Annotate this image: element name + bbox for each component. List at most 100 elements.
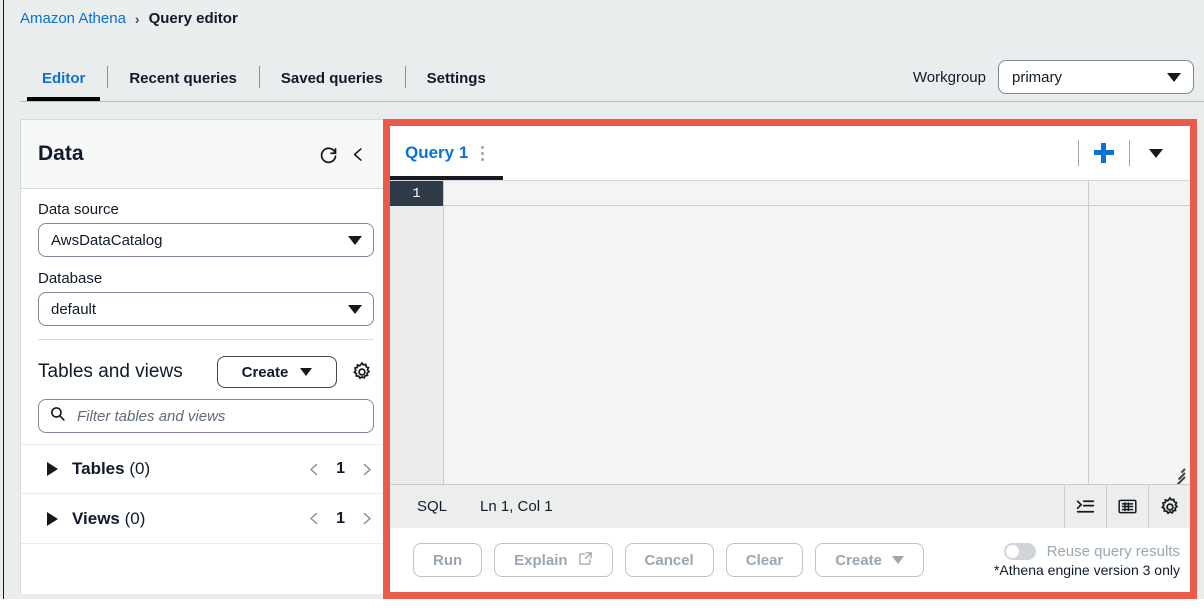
editor-settings-gear-icon[interactable] xyxy=(1148,484,1190,529)
query-tab-list-button[interactable] xyxy=(1130,126,1182,180)
refresh-icon[interactable] xyxy=(313,139,343,169)
breadcrumb-link-amazon-athena[interactable]: Amazon Athena xyxy=(20,10,126,27)
sql-code-input[interactable] xyxy=(444,181,1190,484)
workgroup-label: Workgroup xyxy=(912,68,986,86)
editor-status-bar: SQL Ln 1, Col 1 xyxy=(390,484,1190,529)
keyboard-shortcuts-icon[interactable] xyxy=(1106,484,1148,529)
chevron-down-icon xyxy=(891,556,904,564)
athena-query-editor-page: Amazon Athena › Query editor Editor Rece… xyxy=(0,0,1204,613)
workgroup-select[interactable]: primary xyxy=(998,60,1194,94)
tab-settings[interactable]: Settings xyxy=(404,58,508,98)
reuse-query-results-block: Reuse query results *Athena engine versi… xyxy=(993,542,1184,578)
pager-next-icon[interactable] xyxy=(358,461,375,478)
sidebar-title: Data xyxy=(38,142,84,165)
athena-engine-note: *Athena engine version 3 only xyxy=(993,561,1180,578)
query-tab-actions xyxy=(1078,126,1190,180)
page-header: Amazon Athena › Query editor Editor Rece… xyxy=(5,0,1204,104)
tables-and-views-title: Tables and views xyxy=(38,361,183,382)
reuse-query-results-row: Reuse query results xyxy=(1003,542,1180,560)
tables-pager: 1 xyxy=(306,460,375,478)
cancel-button-label: Cancel xyxy=(644,551,694,569)
pager-next-icon[interactable] xyxy=(358,510,375,527)
tab-saved-queries-label: Saved queries xyxy=(280,69,383,87)
tree-group-views-label: Views xyxy=(72,508,120,528)
editor-status-icons xyxy=(1064,484,1190,529)
chevron-down-icon xyxy=(1167,72,1181,82)
data-source-select[interactable]: AwsDataCatalog xyxy=(38,223,374,257)
gear-icon[interactable] xyxy=(349,359,375,385)
database-label: Database xyxy=(38,270,103,287)
tab-editor-label: Editor xyxy=(42,69,86,87)
active-line-highlight xyxy=(444,181,1190,206)
plus-icon xyxy=(1094,143,1114,163)
create-table-button[interactable]: Create xyxy=(217,356,337,388)
workgroup-value: primary xyxy=(1012,68,1063,86)
views-pager: 1 xyxy=(306,510,375,528)
window-left-edge xyxy=(0,0,4,613)
tree-group-views-count: (0) xyxy=(124,508,146,528)
pager-prev-icon[interactable] xyxy=(306,510,323,527)
tree-group-tables-count: (0) xyxy=(129,459,151,478)
status-language: SQL xyxy=(417,498,448,515)
explain-button[interactable]: Explain xyxy=(494,543,613,577)
search-icon xyxy=(49,405,66,427)
line-number-gutter: 1 xyxy=(390,181,444,484)
database-value: default xyxy=(51,300,97,318)
triangle-right-icon xyxy=(47,511,58,526)
tab-recent-queries[interactable]: Recent queries xyxy=(107,58,259,98)
sql-code-area[interactable]: 1 xyxy=(390,180,1190,484)
external-link-icon xyxy=(578,551,593,570)
query-tab-bar: Query 1 xyxy=(390,126,1190,180)
print-margin-line xyxy=(1088,181,1089,484)
tree-group-tables[interactable]: Tables (0) 1 xyxy=(21,444,391,494)
query-tab-query-1[interactable]: Query 1 xyxy=(390,126,504,180)
format-indent-icon[interactable] xyxy=(1064,484,1106,529)
run-button-label: Run xyxy=(433,551,463,569)
tables-and-views-header: Tables and views Create xyxy=(21,340,391,388)
sidebar-body: Data source AwsDataCatalog Database defa… xyxy=(21,189,391,340)
create-table-button-label: Create xyxy=(241,363,289,381)
tree-group-tables-label: Tables xyxy=(72,459,125,478)
query-tab-bar-spacer xyxy=(503,126,1078,180)
query-tab-query-1-label: Query 1 xyxy=(405,143,469,162)
cancel-button[interactable]: Cancel xyxy=(624,543,714,577)
chevron-down-icon xyxy=(1149,148,1163,158)
breadcrumb-separator-icon: › xyxy=(134,10,140,27)
tree-group-views[interactable]: Views (0) 1 xyxy=(21,494,391,544)
breadcrumb: Amazon Athena › Query editor xyxy=(20,10,238,27)
database-select[interactable]: default xyxy=(38,292,374,326)
tab-settings-label: Settings xyxy=(426,69,486,87)
pager-prev-icon[interactable] xyxy=(306,461,323,478)
tab-saved-queries[interactable]: Saved queries xyxy=(258,58,405,98)
explain-button-label: Explain xyxy=(514,551,568,569)
tab-editor[interactable]: Editor xyxy=(20,58,107,101)
filter-tables-and-views-input[interactable] xyxy=(75,406,363,426)
clear-button-label: Clear xyxy=(745,551,784,569)
chevron-down-icon xyxy=(348,235,362,245)
create-button[interactable]: Create xyxy=(815,543,924,577)
workgroup-selector: Workgroup primary xyxy=(913,60,1194,94)
data-sidebar: Data Data source AwsDataCatalog Database xyxy=(20,119,392,594)
add-query-tab-button[interactable] xyxy=(1079,126,1129,180)
query-editor-panel: Query 1 1 SQL Ln 1, Col 1 Run Explain Ca… xyxy=(390,126,1190,592)
editor-action-bar: Run Explain Cancel Clear Create Reuse qu… xyxy=(390,528,1190,592)
triangle-right-icon xyxy=(47,462,58,476)
tables-page-number[interactable]: 1 xyxy=(336,460,345,478)
kebab-menu-icon[interactable] xyxy=(479,144,486,163)
views-page-number[interactable]: 1 xyxy=(336,510,345,528)
chevron-down-icon xyxy=(300,368,313,376)
breadcrumb-current-query-editor: Query editor xyxy=(148,10,238,27)
data-source-value: AwsDataCatalog xyxy=(51,231,163,249)
tab-bar-divider xyxy=(20,101,1204,102)
tab-recent-queries-label: Recent queries xyxy=(129,69,237,87)
clear-button[interactable]: Clear xyxy=(725,543,804,577)
status-cursor-position: Ln 1, Col 1 xyxy=(480,498,553,515)
sidebar-header: Data xyxy=(21,120,391,189)
run-button[interactable]: Run xyxy=(413,543,483,577)
chevron-left-icon[interactable] xyxy=(343,139,373,169)
data-source-label: Data source xyxy=(38,201,119,218)
chevron-down-icon xyxy=(348,304,362,314)
reuse-query-results-toggle[interactable] xyxy=(1003,542,1036,560)
resize-grip-icon[interactable] xyxy=(1171,466,1186,484)
filter-tables-and-views-field[interactable] xyxy=(38,399,374,433)
